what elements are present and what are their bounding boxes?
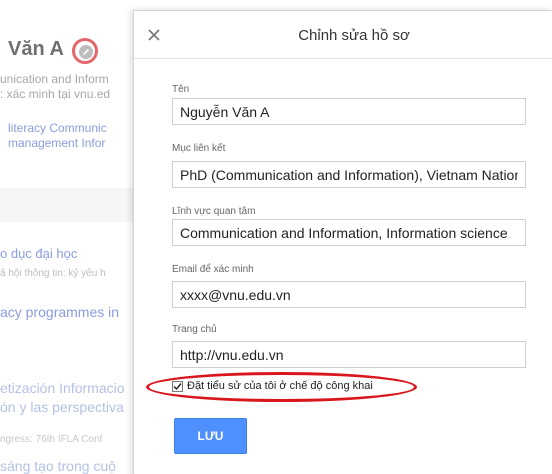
public-profile-label: Đặt tiểu sử của tôi ở chế độ công khai xyxy=(187,380,373,392)
affiliation-field[interactable] xyxy=(172,161,526,188)
public-profile-checkbox[interactable] xyxy=(172,381,183,392)
homepage-label: Trang chủ xyxy=(172,324,217,335)
dialog-title: Chỉnh sửa hồ sơ xyxy=(298,27,410,44)
interests-label: Lĩnh vực quan tâm xyxy=(172,206,256,217)
name-label: Tên xyxy=(172,84,190,95)
email-label: Email để xác minh xyxy=(172,264,254,275)
interests-field[interactable] xyxy=(172,219,526,246)
affiliation-label: Mục liên kết xyxy=(172,143,226,154)
dialog-header: Chỉnh sửa hồ sơ xyxy=(134,11,552,59)
name-field[interactable] xyxy=(172,98,526,125)
homepage-field[interactable] xyxy=(172,341,526,368)
email-field[interactable] xyxy=(172,281,526,308)
save-button[interactable]: LƯU xyxy=(174,418,247,454)
edit-profile-dialog: Chỉnh sửa hồ sơ Tên Mục liên kết Lĩnh vự… xyxy=(133,10,552,474)
